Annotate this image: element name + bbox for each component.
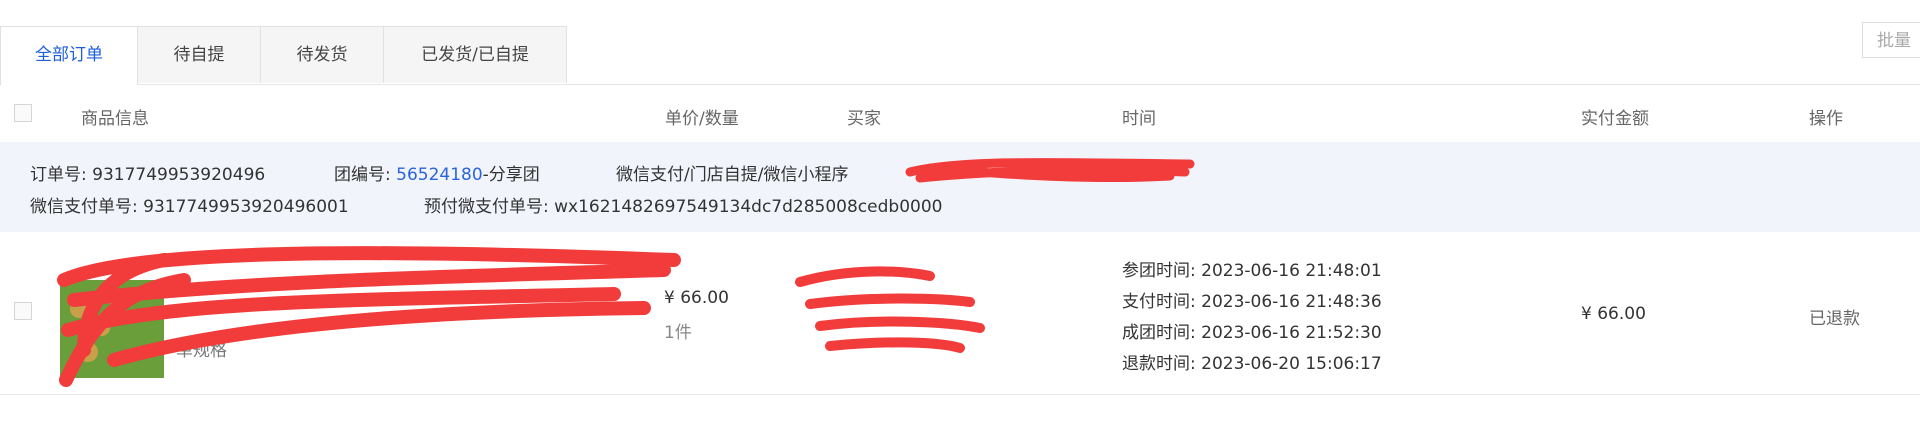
pay-time: 支付时间: 2023-06-16 21:48:36 [1122, 287, 1382, 312]
table-header: 商品信息 单价/数量 买家 时间 实付金额 操作 [0, 86, 1920, 140]
header-buyer: 买家 [847, 109, 881, 129]
order-channel: 微信支付/门店自提/微信小程序 [616, 165, 849, 185]
refund-time-value: 2023-06-20 15:06:17 [1201, 354, 1382, 374]
order-tabs: 全部订单 待自提 待发货 已发货/已自提 [0, 26, 1920, 85]
refund-time-label: 退款时间: [1122, 354, 1196, 374]
redaction-scribble [905, 157, 1195, 183]
refund-time: 退款时间: 2023-06-20 15:06:17 [1122, 349, 1382, 374]
unit-price: ¥ 66.00 [664, 288, 729, 308]
group-number: 团编号: 56524180-分享团 [334, 160, 540, 185]
order-number-value: 9317749953920496 [92, 165, 266, 185]
header-time: 时间 [1122, 109, 1156, 129]
tab-pending-shipment[interactable]: 待发货 [260, 26, 384, 83]
header-product: 商品信息 [81, 109, 149, 129]
group-formed-time: 成团时间: 2023-06-16 21:52:30 [1122, 318, 1382, 343]
header-paid: 实付金额 [1581, 109, 1649, 129]
group-formed-time-value: 2023-06-16 21:52:30 [1201, 323, 1382, 343]
order-number: 订单号: 9317749953920496 [30, 160, 265, 185]
order-number-label: 订单号: [30, 165, 87, 185]
wechat-pay-value: 9317749953920496001 [143, 197, 349, 217]
batch-button[interactable]: 批量 [1862, 22, 1920, 58]
pay-time-value: 2023-06-16 21:48:36 [1201, 292, 1382, 312]
order-info-band: 订单号: 9317749953920496 团编号: 56524180-分享团 … [0, 142, 1920, 232]
product-thumbnail[interactable] [60, 280, 164, 378]
header-price-qty: 单价/数量 [665, 109, 739, 129]
tab-shipped-picked[interactable]: 已发货/已自提 [383, 26, 567, 83]
quantity: 1件 [664, 323, 692, 343]
join-time-value: 2023-06-16 21:48:01 [1201, 261, 1382, 281]
row-checkbox[interactable] [14, 302, 32, 320]
select-all-checkbox[interactable] [14, 104, 32, 122]
group-formed-time-label: 成团时间: [1122, 323, 1196, 343]
join-time: 参团时间: 2023-06-16 21:48:01 [1122, 256, 1382, 281]
tab-pending-pickup[interactable]: 待自提 [137, 26, 261, 83]
redaction-scribble [795, 266, 985, 353]
group-type: -分享团 [482, 165, 540, 185]
group-number-link[interactable]: 56524180 [396, 165, 483, 185]
prepay-label: 预付微支付单号: [424, 197, 549, 217]
prepay-number: 预付微支付单号: wx1621482697549134dc7d285008ced… [424, 192, 942, 217]
group-number-label: 团编号: [334, 165, 391, 185]
product-spec: 单规格 [176, 341, 227, 361]
wechat-pay-label: 微信支付单号: [30, 197, 138, 217]
join-time-label: 参团时间: [1122, 261, 1196, 281]
table-row: 单规格 ¥ 66.00 1件 参团时间: 2023-06-16 21:48:01… [0, 232, 1920, 395]
tab-all-orders[interactable]: 全部订单 [0, 26, 138, 85]
paid-amount: ¥ 66.00 [1581, 304, 1646, 324]
header-action: 操作 [1809, 109, 1843, 129]
wechat-pay-number: 微信支付单号: 9317749953920496001 [30, 192, 349, 217]
pay-time-label: 支付时间: [1122, 292, 1196, 312]
order-status: 已退款 [1809, 309, 1860, 329]
prepay-value: wx1621482697549134dc7d285008cedb0000 [554, 197, 943, 217]
